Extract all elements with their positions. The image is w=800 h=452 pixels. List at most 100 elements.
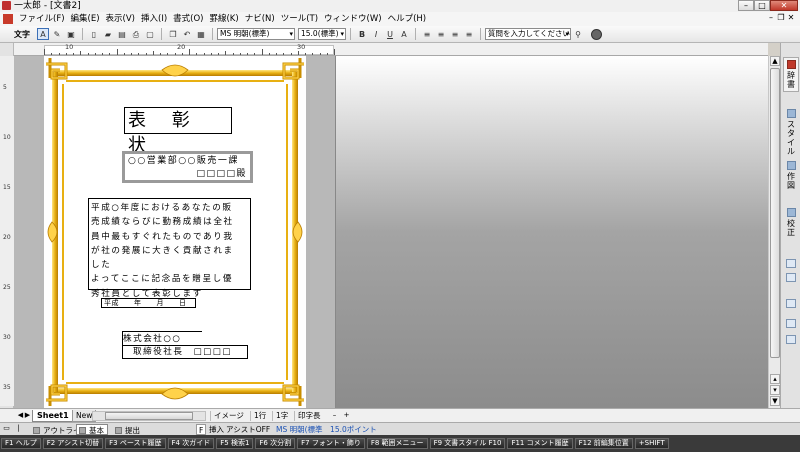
fkey-f8[interactable]: F8 範囲メニュー <box>366 438 428 449</box>
issuer-box[interactable]: 株式会社○○ 取締役社長 □□□□ <box>122 331 248 359</box>
doc-minimize-button[interactable]: – <box>766 13 776 23</box>
save-icon[interactable]: ▤ <box>116 28 128 40</box>
tab-proofread[interactable]: 校正 <box>783 208 799 237</box>
font-size-select[interactable]: 15.0(標準) <box>298 28 346 40</box>
doc-close-button[interactable]: ✕ <box>786 13 796 23</box>
function-label: F <box>196 424 207 435</box>
view-split-icon[interactable]: | <box>14 424 23 433</box>
menu-format[interactable]: 書式(O) <box>170 12 206 26</box>
insert-mode[interactable]: 挿入 <box>209 424 224 435</box>
tab-submit[interactable]: 提出 <box>112 424 144 435</box>
tab-dictionary[interactable]: 辞書 <box>783 57 799 92</box>
menu-window[interactable]: ウィンドウ(W) <box>321 12 385 26</box>
fkey-f12[interactable]: F12 前編集位置 <box>574 438 633 449</box>
fkey-f5[interactable]: F5 検索1 <box>216 438 254 449</box>
menu-file[interactable]: ファイル(F) <box>16 12 68 26</box>
minimize-button[interactable]: – <box>738 0 754 11</box>
horizontal-ruler[interactable]: 10 20 30 <box>14 43 768 56</box>
draw-mode-icon[interactable]: ✎ <box>51 28 63 40</box>
pane-option-icon[interactable] <box>786 319 796 328</box>
stop-icon[interactable] <box>591 28 602 40</box>
view-tab-bar: ▭ | アウトライン 基本 提出 F 挿入 アシストOFF MS 明朝(標準 1… <box>0 422 800 435</box>
close-button[interactable]: ✕ <box>770 0 798 11</box>
menu-view[interactable]: 表示(V) <box>103 12 138 26</box>
fkey-shift[interactable]: +SHIFT <box>634 438 669 449</box>
menu-insert[interactable]: 挿入(I) <box>138 12 170 26</box>
fkey-f9[interactable]: F9 文書スタイル F10 <box>429 438 506 449</box>
scroll-prev-page-icon[interactable]: ▴ <box>770 374 780 384</box>
certificate-body[interactable]: 平成○年度におけるあなたの販 売成績ならびに勤務成績は全社 員中最もすぐれたもの… <box>88 198 251 299</box>
assist-status[interactable]: アシストOFF <box>226 424 270 435</box>
align-center-icon[interactable]: ≡ <box>435 28 447 40</box>
certificate-page[interactable]: 表 彰 状 ○○営業部○○販売一課 □□□□殿 平成○年度におけるあなたの販 売… <box>44 56 306 408</box>
undo-icon[interactable]: ↶ <box>181 28 193 40</box>
text-mode-icon[interactable]: A <box>37 28 49 40</box>
tab-style[interactable]: スタイル <box>783 109 799 156</box>
align-justify-icon[interactable]: ≡ <box>463 28 475 40</box>
pane-option-icon[interactable] <box>786 299 796 308</box>
fkey-f1[interactable]: F1 ヘルプ <box>1 438 41 449</box>
print-icon[interactable]: ⎙ <box>130 28 142 40</box>
menu-tools[interactable]: ツール(T) <box>278 12 321 26</box>
fkey-f7[interactable]: F7 フォント・飾り <box>297 438 365 449</box>
date-field[interactable]: 平成 年 月 日 <box>101 298 196 308</box>
body-line: よってここに記念品を贈呈し優 <box>91 274 234 285</box>
bold-button[interactable]: B <box>356 28 368 40</box>
maximize-button[interactable]: □ <box>754 0 770 11</box>
paste-icon[interactable]: ▦ <box>195 28 207 40</box>
horizontal-scroll-thumb[interactable] <box>105 412 193 420</box>
fkey-f2[interactable]: F2 アシスト切替 <box>42 438 104 449</box>
pane-option-icon[interactable] <box>786 273 796 282</box>
scroll-next-page-icon[interactable]: ▾ <box>770 385 780 395</box>
scroll-down-arrow-icon[interactable]: ▼ <box>770 396 780 406</box>
recipient-box[interactable]: ○○営業部○○販売一課 □□□□殿 <box>122 151 253 183</box>
search-icon[interactable]: ⚲ <box>572 28 584 40</box>
ruler-tick <box>80 51 82 55</box>
pane-option-icon[interactable] <box>786 335 796 344</box>
menu-help[interactable]: ヘルプ(H) <box>385 12 430 26</box>
vertical-scrollbar[interactable]: ▲ ▴ ▾ ▼ <box>768 56 780 408</box>
fkey-f3[interactable]: F3 ペースト履歴 <box>105 438 166 449</box>
zoom-in-icon[interactable]: + <box>342 411 351 420</box>
sheet-tab[interactable]: Sheet1 <box>32 410 74 422</box>
certificate-title[interactable]: 表 彰 状 <box>124 107 232 156</box>
underline-button[interactable]: U <box>384 28 396 40</box>
scroll-thumb[interactable] <box>770 68 780 358</box>
ruler-tick <box>305 53 306 55</box>
doc-restore-button[interactable]: ❐ <box>776 13 786 23</box>
horizontal-scrollbar[interactable] <box>92 411 206 421</box>
copy-icon[interactable]: ❐ <box>167 28 179 40</box>
document-icon[interactable] <box>3 14 13 24</box>
menu-navi[interactable]: ナビ(N) <box>242 12 278 26</box>
open-folder-icon[interactable]: ▰ <box>102 28 114 40</box>
text-color-icon[interactable]: A <box>398 28 410 40</box>
figure-mode-icon[interactable]: ▣ <box>65 28 77 40</box>
new-file-icon[interactable]: ▯ <box>88 28 100 40</box>
fkey-f4[interactable]: F4 次ガイド <box>167 438 215 449</box>
fkey-f11[interactable]: F11 コメント履歴 <box>507 438 573 449</box>
menu-edit[interactable]: 編集(E) <box>68 12 103 26</box>
ruler-tick <box>65 53 67 55</box>
zoom-out-icon[interactable]: – <box>330 411 339 420</box>
fkey-f6[interactable]: F6 次分割 <box>255 438 296 449</box>
align-left-icon[interactable]: ≡ <box>421 28 433 40</box>
image-status[interactable]: イメージ <box>210 411 247 421</box>
toolbar-separator <box>212 28 213 40</box>
view-toggle-icon[interactable]: ▭ <box>2 424 11 433</box>
ruler-tick <box>319 53 321 55</box>
menu-ruled-line[interactable]: 罫線(K) <box>206 12 241 26</box>
tab-drawing[interactable]: 作図 <box>783 161 799 190</box>
tab-basic[interactable]: 基本 <box>76 424 108 435</box>
preview-icon[interactable]: ▢ <box>144 28 156 40</box>
pane-option-icon[interactable] <box>786 259 796 268</box>
help-query-input[interactable]: 質問を入力してください <box>485 28 571 40</box>
ruler-tick <box>94 53 96 55</box>
italic-button[interactable]: I <box>370 28 382 40</box>
align-right-icon[interactable]: ≡ <box>449 28 461 40</box>
title-bar: 一太郎 - [文書2] – □ ✕ <box>0 0 800 12</box>
drawing-icon <box>786 161 796 170</box>
print-length-status[interactable]: 印字長 <box>294 411 324 421</box>
sheet-next-icon[interactable]: ▶ <box>23 411 32 420</box>
scroll-up-arrow-icon[interactable]: ▲ <box>770 56 780 66</box>
font-name-select[interactable]: MS 明朝(標準) <box>217 28 295 40</box>
